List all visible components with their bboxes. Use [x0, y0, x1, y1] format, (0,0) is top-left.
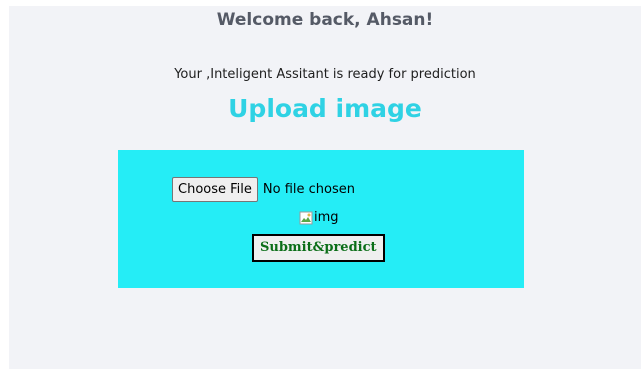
image-preview: img — [299, 210, 339, 225]
choose-file-button[interactable]: Choose File — [172, 177, 258, 202]
welcome-heading: Welcome back, Ahsan! — [216, 10, 434, 30]
file-input[interactable]: Choose File No file chosen — [172, 177, 355, 202]
upload-form: Choose File No file chosen img Submit&pr… — [118, 150, 524, 288]
assistant-status-text: Your ,Inteligent Assitant is ready for p… — [174, 67, 476, 82]
file-status-text: No file chosen — [262, 182, 355, 197]
submit-predict-button[interactable]: Submit&predict — [252, 234, 385, 262]
page-container: Welcome back, Ahsan! Your ,Inteligent As… — [9, 6, 641, 369]
image-alt-text: img — [314, 210, 339, 225]
upload-image-heading: Upload image — [228, 94, 422, 123]
broken-image-icon — [299, 211, 313, 225]
